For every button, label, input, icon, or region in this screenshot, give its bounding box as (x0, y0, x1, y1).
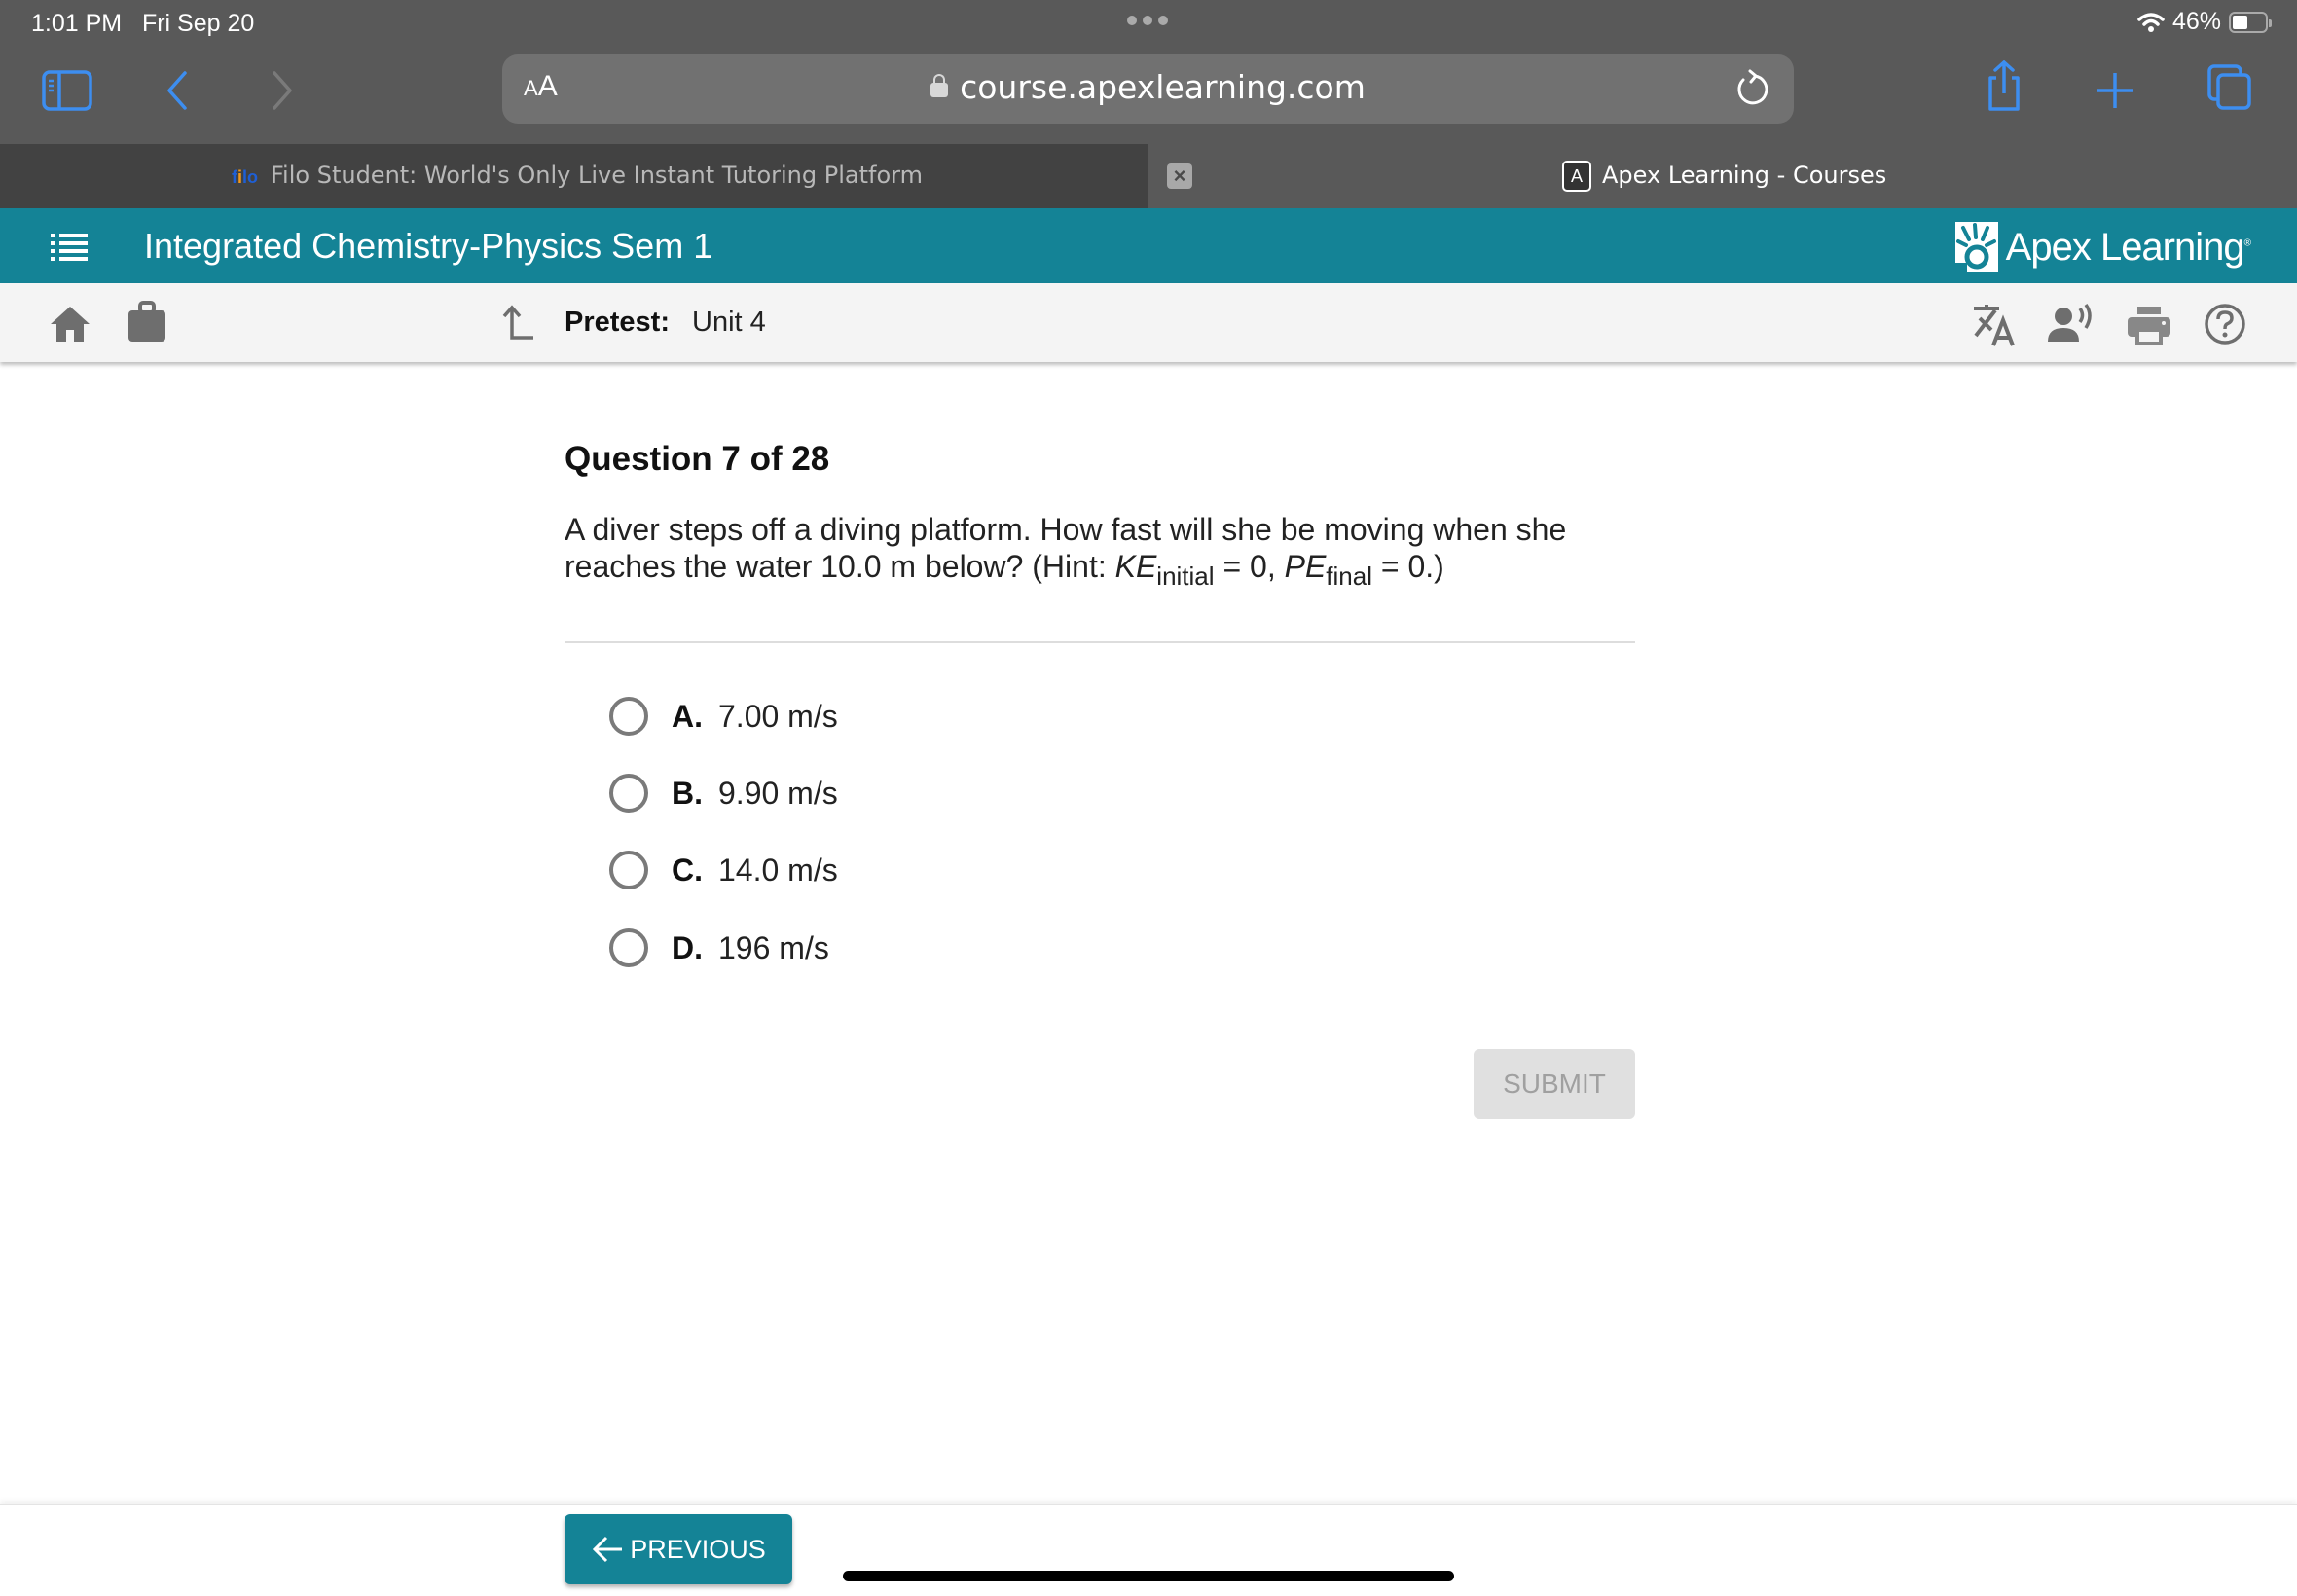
reload-icon[interactable] (1732, 68, 1772, 109)
brand-name: Apex Learning® (2005, 225, 2251, 270)
option-letter: B. (672, 775, 703, 811)
question-title: Question 7 of 28 (565, 440, 830, 478)
radio-button[interactable] (609, 851, 648, 889)
apex-logo-mark-icon (1954, 222, 1998, 272)
ke-subscript: initial (1156, 562, 1215, 591)
date-text: Fri Sep 20 (141, 10, 255, 37)
option-letter: A. (672, 698, 703, 734)
multitasking-dots-icon[interactable] (1127, 16, 1168, 25)
tab-apex[interactable]: A Apex Learning - Courses (1148, 144, 2297, 208)
filo-favicon-icon: filo (232, 167, 259, 187)
question-line-2: reaches the water 10.0 m below? (Hint: K… (565, 548, 1655, 589)
brand-text: Apex Learning (2005, 225, 2245, 269)
hint-suffix: = 0.) (1371, 549, 1444, 584)
translate-icon[interactable] (1970, 303, 2017, 347)
battery-fill (2233, 15, 2247, 29)
question-line-1: A diver steps off a diving platform. How… (565, 512, 1567, 547)
print-icon[interactable] (2126, 303, 2172, 347)
brand-registered-mark: ® (2243, 237, 2251, 249)
ke-symbol: KE (1114, 549, 1157, 584)
submit-button[interactable]: SUBMIT (1474, 1049, 1635, 1119)
time-text: 1:01 PM (31, 10, 123, 37)
forward-icon[interactable] (255, 64, 308, 117)
new-tab-icon[interactable] (2089, 64, 2141, 117)
app-header: Integrated Chemistry-Physics Sem 1 Apex … (0, 208, 2297, 283)
battery-percent: 46% (2171, 8, 2221, 35)
course-title: Integrated Chemistry-Physics Sem 1 (144, 226, 713, 266)
browser-chrome: 1:01 PM Fri Sep 20 46% AA course.apexlea… (0, 0, 2297, 144)
share-icon[interactable] (1978, 60, 2030, 113)
briefcase-icon[interactable] (127, 301, 167, 344)
help-icon[interactable] (2204, 303, 2250, 347)
answer-option-a[interactable]: A. 7.00 m/s (609, 687, 838, 745)
tab-label: Filo Student: World's Only Live Instant … (271, 162, 923, 189)
course-menu-icon[interactable] (51, 232, 88, 261)
tab-bar: filo Filo Student: World's Only Live Ins… (0, 144, 2297, 208)
tabs-overview-icon[interactable] (2204, 60, 2256, 113)
question-divider (565, 641, 1635, 643)
home-icon[interactable] (49, 305, 91, 344)
previous-button[interactable]: PREVIOUS (565, 1514, 792, 1584)
answer-option-c[interactable]: C. 14.0 m/s (609, 841, 838, 899)
previous-label: PREVIOUS (630, 1534, 766, 1564)
radio-button[interactable] (609, 774, 648, 813)
option-text: 9.90 m/s (718, 775, 838, 811)
activity-unit: Unit 4 (692, 307, 766, 338)
option-letter: C. (672, 852, 703, 888)
answer-option-d[interactable]: D. 196 m/s (609, 919, 829, 977)
radio-button[interactable] (609, 697, 648, 736)
option-text: 196 m/s (718, 929, 829, 965)
answer-option-b[interactable]: B. 9.90 m/s (609, 764, 838, 822)
activity-header: Pretest: Unit 4 (0, 283, 2297, 362)
tab-filo[interactable]: filo Filo Student: World's Only Live Ins… (0, 144, 1148, 208)
apex-learning-logo: Apex Learning® (1954, 222, 2251, 272)
back-icon[interactable] (152, 64, 204, 117)
bottom-nav-bar (0, 1504, 2297, 1596)
sidebar-toggle-icon[interactable] (41, 64, 93, 117)
battery-icon (2229, 11, 2272, 33)
wifi-icon (2137, 12, 2165, 32)
radio-button[interactable] (609, 928, 648, 967)
activity-type: Pretest: (565, 307, 670, 338)
up-level-icon[interactable] (500, 305, 533, 342)
hint-separator: = 0, (1214, 549, 1285, 584)
address-bar[interactable]: AA course.apexlearning.com (502, 54, 1794, 124)
url-display[interactable]: course.apexlearning.com (502, 68, 1794, 106)
option-text: 7.00 m/s (718, 698, 838, 734)
arrow-left-icon (593, 1536, 623, 1563)
pe-subscript: final (1326, 562, 1372, 591)
question-line-2-prefix: reaches the water 10.0 m below? (Hint: (565, 549, 1115, 584)
option-letter: D. (672, 929, 703, 965)
status-right: 46% (2137, 8, 2272, 36)
status-time: 1:01 PM Fri Sep 20 (31, 10, 254, 38)
apex-favicon-icon: A (1562, 161, 1591, 192)
tab-label: Apex Learning - Courses (1602, 162, 1887, 189)
question-text: A diver steps off a diving platform. How… (565, 511, 1655, 589)
home-indicator[interactable] (843, 1571, 1454, 1581)
url-text: course.apexlearning.com (960, 68, 1366, 106)
lock-icon (930, 74, 949, 97)
option-text: 14.0 m/s (718, 852, 838, 888)
pe-symbol: PE (1284, 549, 1327, 584)
read-aloud-icon[interactable] (2048, 303, 2095, 347)
